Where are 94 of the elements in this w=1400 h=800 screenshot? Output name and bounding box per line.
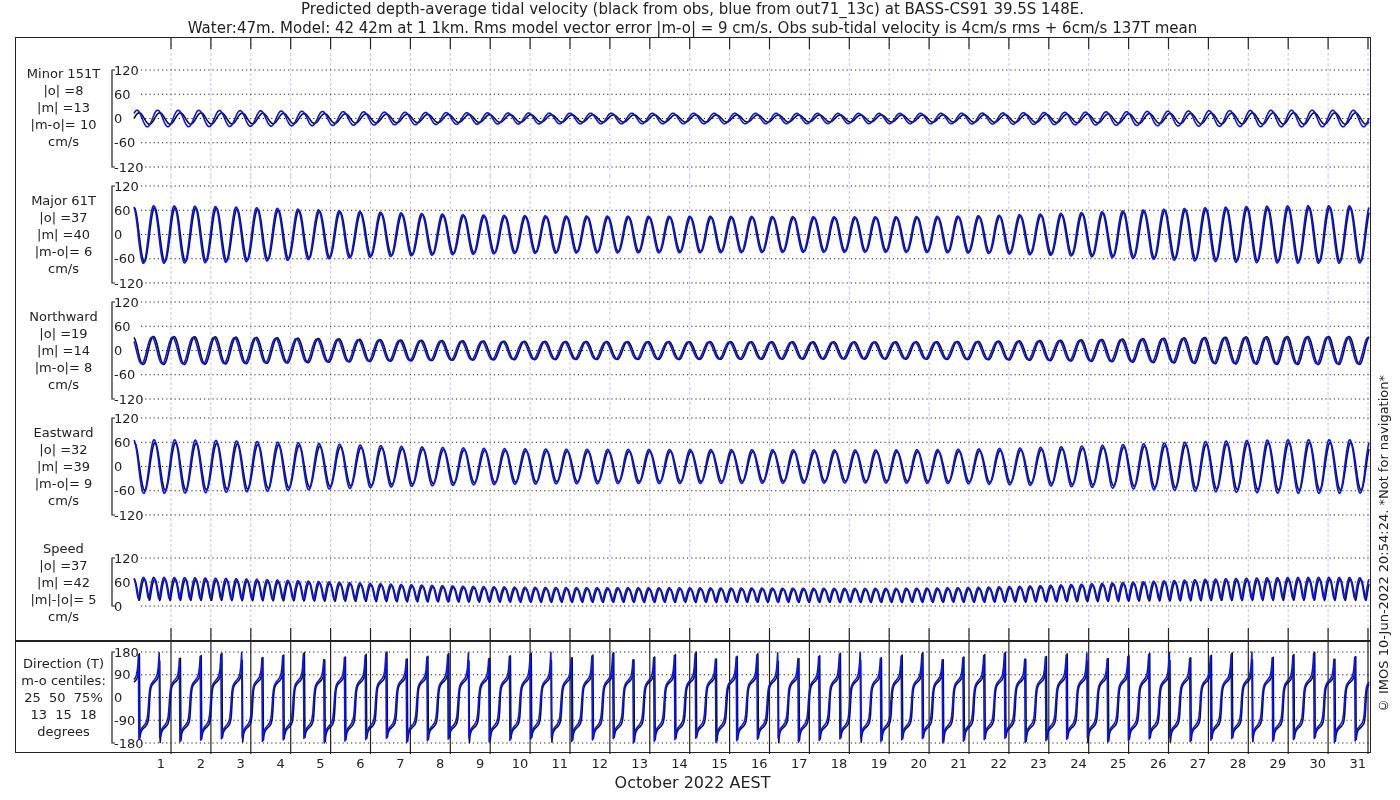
x-tick-label: 1 [155, 755, 167, 773]
panel-label: cm/s [48, 132, 79, 150]
panel-label: cm/s [48, 259, 79, 277]
copyright-note: © IMOS 10-Jun-2022 20:54:24. *Not for navigation* [1374, 374, 1392, 713]
x-tick-label: 21 [949, 755, 969, 773]
x-tick-label: 2 [195, 755, 206, 773]
tick-label: 60 [114, 318, 131, 334]
panel-label: |m-o|= 10 [30, 115, 97, 133]
x-tick-label: 14 [670, 755, 689, 773]
tick-label: 0 [114, 343, 123, 358]
x-tick-label: 11 [550, 755, 570, 773]
panel-label: degrees [37, 722, 90, 740]
tick-label: 90 [114, 667, 131, 683]
x-tick-label: 13 [630, 755, 649, 773]
tick-label: -60 [114, 367, 136, 383]
x-tick-label: 3 [235, 755, 246, 773]
tick-label: 0 [114, 690, 123, 705]
x-tick-label: 27 [1188, 755, 1208, 773]
x-tick-label: 19 [869, 755, 889, 773]
tick-label: 0 [114, 598, 123, 614]
panel-label: |m| =13 [37, 98, 90, 116]
x-tick-label: 24 [1069, 755, 1088, 773]
tick-label: 0 [114, 111, 123, 126]
x-tick-label: 8 [435, 755, 446, 773]
x-tick-label: 31 [1348, 755, 1367, 773]
x-tick-label: 23 [1029, 755, 1048, 773]
x-tick-label: 25 [1109, 755, 1128, 773]
x-axis-title: October 2022 AEST [614, 773, 771, 792]
tick-label: 0 [114, 459, 123, 474]
x-tick-label: 30 [1308, 755, 1328, 773]
panel-label: |m-o|= 8 [34, 358, 93, 376]
x-tick-label: 4 [275, 755, 286, 773]
tick-label: -90 [114, 712, 136, 728]
tick-label: 120 [114, 178, 139, 194]
tick-label: 60 [114, 434, 131, 450]
panel-label: cm/s [48, 491, 79, 509]
x-tick-label: 6 [355, 755, 366, 773]
tick-label: 120 [114, 62, 139, 78]
panel-label: |m| =42 [37, 573, 90, 591]
x-tick-label: 22 [989, 755, 1008, 773]
tick-label: 120 [114, 294, 139, 310]
panel-label: Minor 151T [26, 64, 101, 82]
x-tick-label: 16 [750, 755, 769, 773]
x-tick-label: 12 [590, 755, 609, 773]
panel-label: |m| =40 [37, 225, 90, 243]
tick-label: -120 [114, 275, 144, 291]
tick-label: 60 [114, 202, 131, 218]
tick-label: -60 [114, 483, 136, 499]
panel-label: |o| =32 [39, 440, 88, 458]
panel-label: |o| =37 [39, 208, 88, 226]
panel-label: |m|-|o|= 5 [30, 590, 97, 608]
panel-label: Direction (T) [23, 654, 104, 672]
panel-label: 13 15 18 [30, 705, 97, 723]
y-axis-line [111, 557, 116, 607]
x-tick-label: 9 [474, 755, 486, 773]
panel-label: |o| =8 [43, 81, 84, 99]
panel-label: |o| =19 [39, 324, 88, 342]
tick-label: 60 [114, 86, 131, 102]
x-tick-label: 15 [710, 755, 729, 773]
tick-label: -120 [114, 507, 144, 523]
tick-label: 120 [114, 550, 139, 566]
chart-title: Water:47m. Model: 42 42m at 1 1km. Rms model vector error |m-o| = 9 cm/s. Obs sub-tidal velocity is 4cm/s rms + 6cm/s 137T mean [187, 19, 1198, 38]
tick-label: -120 [114, 159, 144, 175]
x-tick-label: 20 [909, 755, 929, 773]
tick-label: -120 [114, 391, 144, 407]
tick-label: 180 [114, 644, 139, 660]
panel-label: cm/s [48, 607, 79, 625]
x-tick-label: 7 [395, 755, 406, 773]
panel-label: |m| =14 [37, 341, 90, 359]
panel-label: Major 61T [31, 191, 96, 209]
x-tick-label: 29 [1268, 755, 1288, 773]
panel-label: |m| =39 [37, 457, 90, 475]
x-tick-label: 5 [315, 755, 326, 773]
chart-title: Predicted depth-average tidal velocity (black from obs, blue from out71_13c) at BASS-CS91 39.5S 148E. [301, 0, 1084, 19]
x-tick-label: 18 [829, 755, 849, 773]
panel-label: Eastward [33, 423, 94, 441]
x-tick-label: 28 [1228, 755, 1248, 773]
tick-label: 0 [114, 227, 123, 242]
tick-label: -60 [114, 135, 136, 151]
x-tick-label: 17 [789, 755, 809, 773]
tick-label: -180 [114, 735, 144, 751]
panel-label: Northward [29, 307, 98, 325]
x-tick-label: 10 [510, 755, 530, 773]
panel-label: |m-o|= 6 [34, 242, 93, 260]
tick-label: -60 [114, 251, 136, 267]
panel-label: 25 50 75% [24, 688, 103, 706]
panel-label: m-o centiles: [21, 671, 106, 689]
panel-label: cm/s [48, 375, 79, 393]
panel-label: Speed [43, 539, 84, 557]
panel-label: |m-o|= 9 [34, 474, 93, 492]
tick-label: 60 [114, 574, 131, 590]
panel-label: |o| =37 [39, 556, 88, 574]
tick-label: 120 [114, 410, 139, 426]
x-tick-label: 26 [1148, 755, 1168, 773]
